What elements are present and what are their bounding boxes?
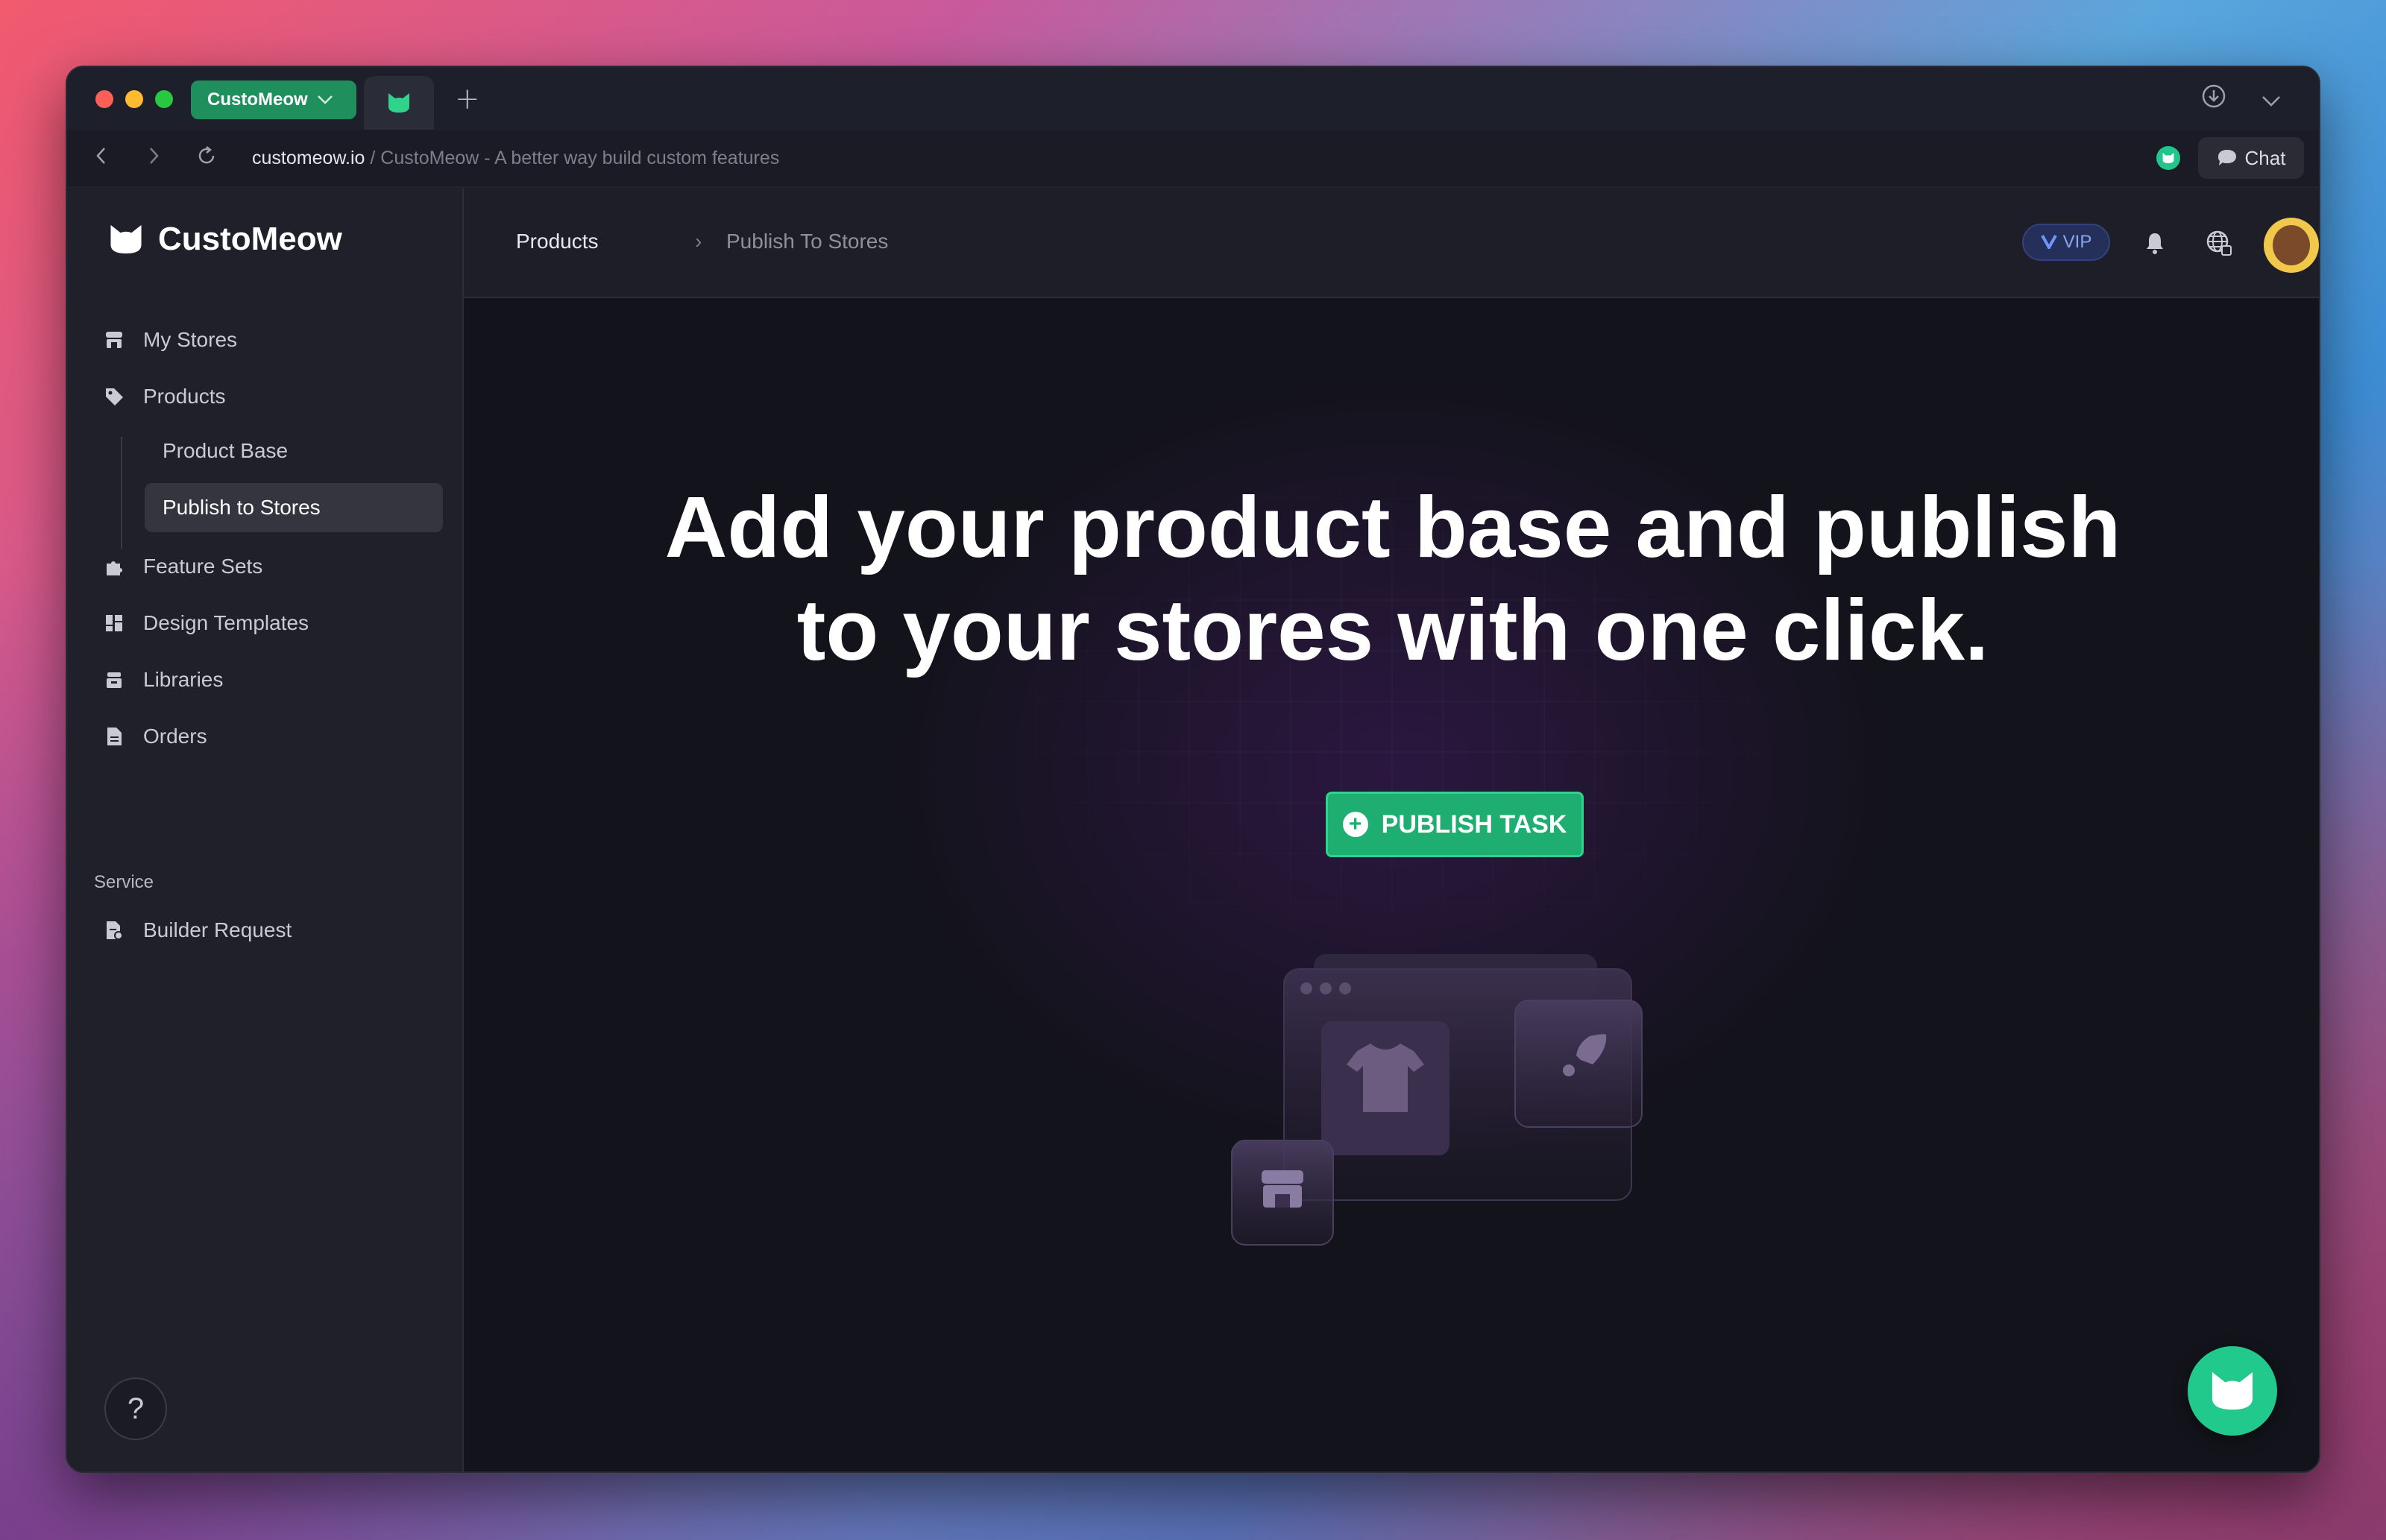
sidebar-item-label: Builder Request <box>143 918 292 941</box>
sidebar-item-label: My Stores <box>143 328 238 351</box>
breadcrumb-products[interactable]: Products <box>516 230 599 253</box>
sidebar-subitem-label: Product Base <box>163 439 289 462</box>
sidebar-subitem-product-base[interactable]: Product Base <box>145 426 428 476</box>
document-icon <box>103 725 125 748</box>
sidebar-item-libraries[interactable]: Libraries <box>103 657 416 702</box>
user-avatar[interactable] <box>2264 218 2319 273</box>
page-header: Products › Publish To Stores VIP <box>464 188 2319 298</box>
maximize-window-button[interactable] <box>155 90 173 108</box>
url-page-title: / CustoMeow - A better way build custom … <box>365 148 780 168</box>
plus-circle-icon: + <box>1342 812 1368 837</box>
vip-label: VIP <box>2062 232 2092 252</box>
cat-logo-icon <box>110 224 142 254</box>
hero-headline-line2: to your stores with one click. <box>796 581 1989 678</box>
help-button[interactable]: ? <box>104 1378 167 1440</box>
language-globe-icon[interactable] <box>2203 227 2235 259</box>
sidebar-item-label: Products <box>143 385 226 408</box>
hero-headline-line1: Add your product base and publish <box>664 479 2121 575</box>
bell-icon[interactable] <box>2138 227 2171 259</box>
sidebar-item-label: Orders <box>143 725 207 748</box>
grid-icon <box>103 612 125 634</box>
sidebar-item-orders[interactable]: Orders <box>103 714 416 759</box>
browser-window: CustoMeow + customeow.io / CustoMeow - A… <box>66 66 2320 1473</box>
sidebar-item-products[interactable]: Products <box>103 374 416 419</box>
sidebar-subitem-publish-to-stores[interactable]: Publish to Stores <box>145 483 443 532</box>
sidebar-item-label: Feature Sets <box>143 555 263 578</box>
sidebar: CustoMeow My Stores Products Product Bas… <box>67 188 464 1471</box>
vip-badge[interactable]: VIP <box>2022 224 2110 261</box>
download-icon[interactable] <box>2201 83 2226 115</box>
chat-button[interactable]: Chat <box>2198 137 2304 179</box>
chat-bubble-icon <box>2217 150 2236 165</box>
submenu-divider <box>121 437 122 549</box>
reload-icon[interactable] <box>195 145 218 173</box>
forward-icon[interactable] <box>146 145 161 173</box>
request-icon <box>103 919 125 941</box>
cat-logo-icon <box>2212 1372 2253 1410</box>
new-tab-button[interactable]: + <box>455 82 480 116</box>
tab-customeow[interactable] <box>364 76 434 130</box>
publish-task-label: PUBLISH TASK <box>1381 810 1567 839</box>
url-field[interactable]: customeow.io / CustoMeow - A better way … <box>252 148 779 169</box>
close-window-button[interactable] <box>95 90 113 108</box>
extension-cat-icon[interactable] <box>2156 146 2180 170</box>
tab-bar: CustoMeow + <box>67 67 2319 130</box>
sidebar-item-my-stores[interactable]: My Stores <box>103 318 416 362</box>
section-label-service: Service <box>94 872 154 892</box>
chevron-down-icon <box>317 90 333 110</box>
tab-group-label: CustoMeow <box>207 89 308 110</box>
tag-icon <box>103 385 125 408</box>
sidebar-item-design-templates[interactable]: Design Templates <box>103 601 416 646</box>
tab-group-customeow[interactable]: CustoMeow <box>191 81 356 119</box>
store-publish-illustration <box>1231 954 1643 1246</box>
store-icon <box>103 329 125 351</box>
publish-task-button[interactable]: + PUBLISH TASK <box>1326 792 1584 857</box>
avatar-face <box>2273 225 2310 265</box>
sidebar-item-label: Design Templates <box>143 611 309 634</box>
puzzle-icon <box>103 555 125 578</box>
cat-logo-icon <box>388 93 409 113</box>
brand-logo[interactable]: CustoMeow <box>107 221 342 258</box>
sidebar-subitem-label: Publish to Stores <box>163 496 321 519</box>
support-chat-fab[interactable] <box>2188 1346 2277 1436</box>
archive-icon <box>103 669 125 691</box>
sidebar-item-feature-sets[interactable]: Feature Sets <box>103 544 416 589</box>
back-icon[interactable] <box>94 145 109 173</box>
main-content: Add your product base and publish to you… <box>464 298 2319 1471</box>
url-domain: customeow.io <box>252 148 365 168</box>
brand-name: CustoMeow <box>158 221 342 257</box>
sidebar-item-label: Libraries <box>143 668 224 691</box>
minimize-window-button[interactable] <box>125 90 143 108</box>
vip-v-icon <box>2040 230 2057 254</box>
breadcrumb-current-label: Publish To Stores <box>726 230 889 253</box>
breadcrumb-separator: › <box>695 230 702 253</box>
address-bar: customeow.io / CustoMeow - A better way … <box>67 130 2319 188</box>
sidebar-item-builder-request[interactable]: Builder Request <box>103 908 416 953</box>
hero-headline: Add your product base and publish to you… <box>464 476 2319 681</box>
chat-label: Chat <box>2244 146 2286 169</box>
tab-list-chevron-icon[interactable] <box>2261 88 2282 114</box>
